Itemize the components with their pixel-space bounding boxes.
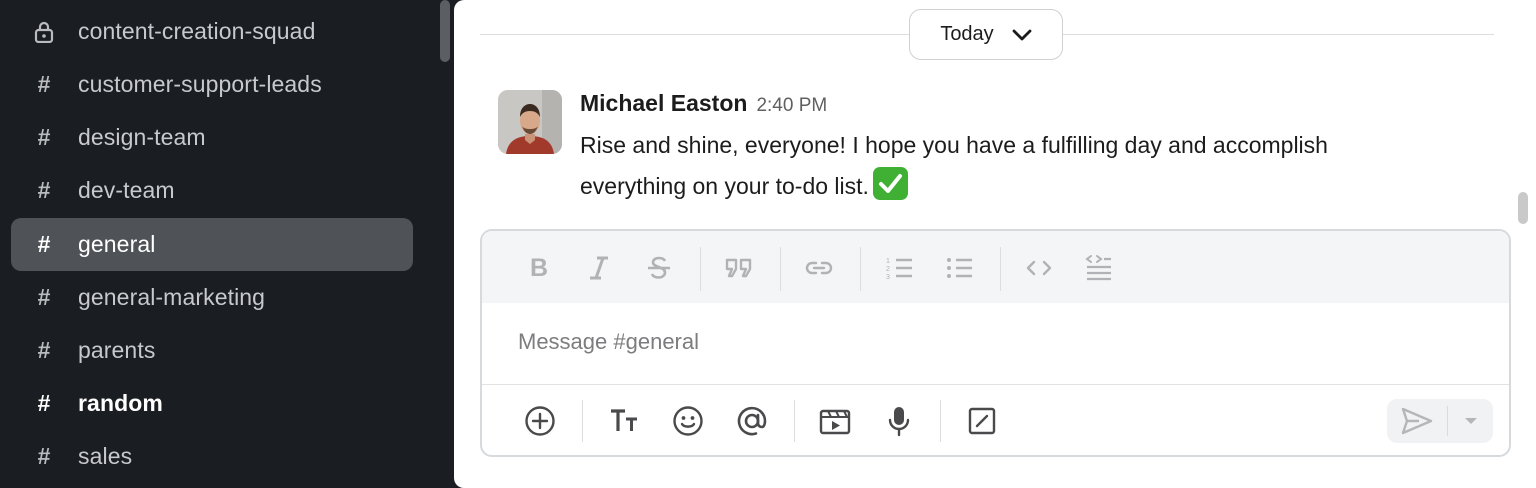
svg-text:3: 3 [886,274,890,280]
composer-actions [482,385,1509,455]
toolbar-separator [780,247,781,291]
microphone-icon[interactable] [879,401,919,441]
sidebar-item-general[interactable]: # general [11,218,413,271]
sidebar-scrollbar[interactable] [440,0,450,62]
send-button[interactable] [1387,399,1447,443]
mention-icon[interactable] [732,401,772,441]
svg-text:2: 2 [886,266,890,273]
svg-text:1: 1 [886,258,890,265]
hash-icon: # [37,124,51,150]
message-header: Michael Easton 2:40 PM [580,90,827,117]
sidebar-item-label: dev-team [78,177,175,203]
sidebar-item-label: general [78,231,156,257]
text-format-icon[interactable] [604,401,644,441]
emoji-icon[interactable] [668,401,708,441]
hash-icon: # [37,71,51,97]
hash-icon: # [37,284,51,310]
toolbar-separator [940,400,941,442]
message-pane: Today Michael Easton 2:40 PM Rise and sh… [454,0,1536,488]
toolbar-separator [860,247,861,291]
sidebar-item-dev-team[interactable]: # dev-team [11,164,413,217]
sidebar-item-label: random [78,390,163,416]
toolbar-separator [582,400,583,442]
sidebar-item-label: content-creation-squad [78,18,316,44]
caret-down-icon [1464,418,1477,424]
send-button-group [1387,399,1493,443]
ordered-list-icon[interactable]: 123 [882,252,918,284]
chevron-down-icon [1012,29,1032,40]
sidebar-item-customer-support-leads[interactable]: # customer-support-leads [11,58,413,111]
day-divider-button[interactable]: Today [909,9,1063,60]
sidebar-item-label: parents [78,337,156,363]
message-composer: B 123 Message #general [480,229,1511,457]
toolbar-separator [700,247,701,291]
hash-icon: # [37,231,51,257]
day-divider-label: Today [940,23,994,45]
send-icon [1401,407,1433,435]
messages-scrollbar[interactable] [1518,192,1528,224]
send-options-button[interactable] [1448,399,1493,443]
sidebar-item-label: sales [78,443,133,469]
sidebar-item-content-creation-squad[interactable]: content-creation-squad [11,5,413,58]
bulleted-list-icon[interactable] [942,252,978,284]
sidebar-item-label: general-marketing [78,284,266,310]
plus-icon[interactable] [520,401,560,441]
quote-icon[interactable] [721,252,757,284]
hash-icon: # [37,390,51,416]
video-icon[interactable] [815,401,855,441]
message-body: Rise and shine, everyone! I hope you hav… [580,125,1440,207]
code-block-icon[interactable] [1081,252,1117,284]
sidebar-item-design-team[interactable]: # design-team [11,111,413,164]
toolbar-separator [794,400,795,442]
sidebar-item-label: design-team [78,124,206,150]
message-text: Rise and shine, everyone! I hope you hav… [580,132,1328,199]
message-input-placeholder: Message #general [518,329,700,354]
formatting-toolbar: B 123 [482,231,1509,303]
message-timestamp[interactable]: 2:40 PM [756,95,827,117]
sidebar-item-label: customer-support-leads [78,71,322,97]
sidebar-item-general-marketing[interactable]: # general-marketing [11,271,413,324]
toolbar-separator [1000,247,1001,291]
sidebar-item-sales[interactable]: # sales [11,430,413,483]
sidebar: content-creation-squad # customer-suppor… [0,0,454,488]
code-icon[interactable] [1021,252,1057,284]
sidebar-item-random[interactable]: # random [11,377,413,430]
link-icon[interactable] [801,252,837,284]
hash-icon: # [37,177,51,203]
italic-icon[interactable] [581,252,617,284]
sidebar-item-parents[interactable]: # parents [11,324,413,377]
white-check-mark-icon [872,167,908,200]
bold-icon[interactable]: B [521,252,557,284]
message-input[interactable]: Message #general [482,303,1509,385]
hash-icon: # [37,443,51,469]
strikethrough-icon[interactable] [641,252,677,284]
lock-icon [11,21,77,43]
message-author[interactable]: Michael Easton [580,90,747,117]
hash-icon: # [37,337,51,363]
slash-command-icon[interactable] [962,401,1002,441]
avatar[interactable] [498,90,562,154]
